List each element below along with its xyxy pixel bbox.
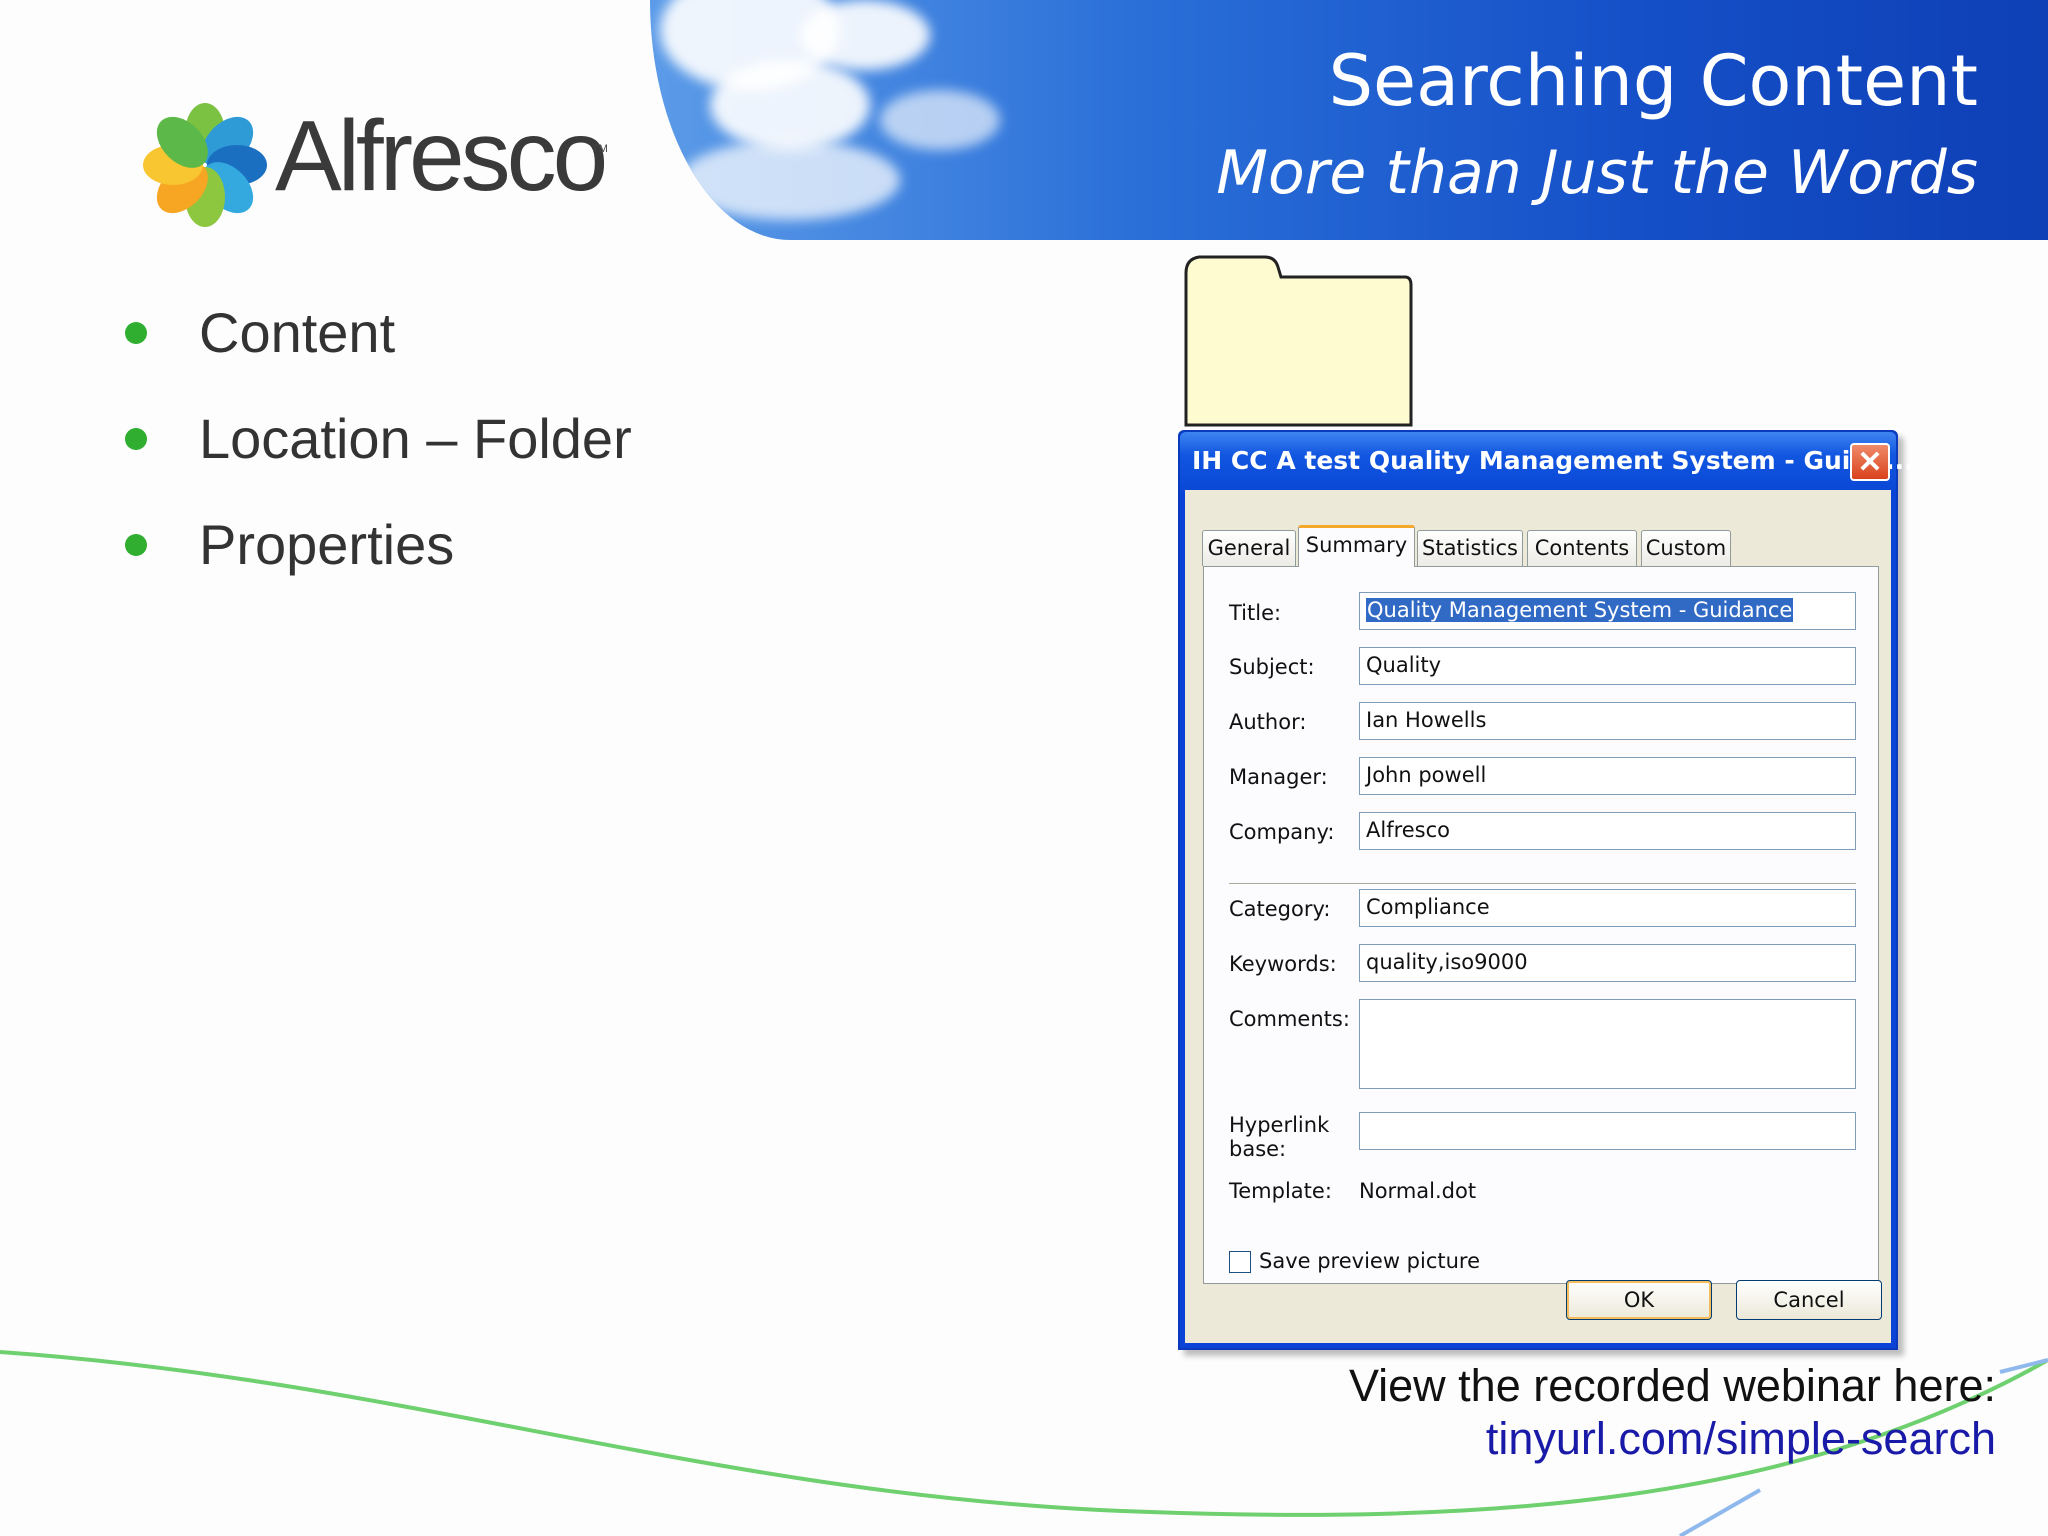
- title-label: Title:: [1229, 601, 1282, 625]
- title-field[interactable]: Quality Management System - Guidance: [1359, 592, 1856, 630]
- dialog-body: General Summary Statistics Contents Cust…: [1185, 490, 1891, 1343]
- title-field-value: Quality Management System - Guidance: [1366, 598, 1794, 622]
- bullet-dot-icon: [125, 427, 147, 450]
- author-label: Author:: [1229, 710, 1307, 734]
- company-label: Company:: [1229, 820, 1335, 844]
- hyperlink-base-label: Hyperlink base:: [1229, 1113, 1329, 1161]
- bullet-item: Properties: [125, 512, 454, 577]
- webinar-text: View the recorded webinar here:: [1348, 1360, 1996, 1411]
- summary-tab-panel: Title: Quality Management System - Guida…: [1203, 566, 1879, 1284]
- cloud-decoration: [880, 90, 1000, 150]
- dialog-titlebar[interactable]: IH CC A test Quality Management System -…: [1180, 432, 1914, 490]
- category-field[interactable]: Compliance: [1359, 889, 1856, 927]
- save-preview-label[interactable]: Save preview picture: [1259, 1249, 1480, 1273]
- bullet-text: Content: [199, 301, 396, 364]
- comments-label: Comments:: [1229, 1007, 1350, 1031]
- category-label: Category:: [1229, 897, 1331, 921]
- alfresco-logo: Alfresco TM: [140, 95, 620, 235]
- manager-label: Manager:: [1229, 765, 1328, 789]
- dialog-title: IH CC A test Quality Management System -…: [1192, 446, 1914, 475]
- cloud-decoration: [800, 0, 930, 70]
- template-value: Normal.dot: [1359, 1179, 1477, 1203]
- document-properties-dialog: IH CC A test Quality Management System -…: [1178, 430, 1914, 1350]
- tab-statistics[interactable]: Statistics: [1417, 530, 1523, 566]
- bullet-dot-icon: [125, 533, 147, 556]
- keywords-label: Keywords:: [1229, 952, 1337, 976]
- tab-custom[interactable]: Custom: [1641, 530, 1731, 566]
- company-field[interactable]: Alfresco: [1359, 812, 1856, 850]
- hyperlink-label-line1: Hyperlink: [1229, 1113, 1330, 1137]
- tab-contents[interactable]: Contents: [1527, 530, 1637, 566]
- bullet-dot-icon: [125, 321, 147, 344]
- template-label: Template:: [1229, 1179, 1332, 1203]
- separator: [1229, 883, 1856, 885]
- slide-subtitle: More than Just the Words: [1216, 138, 1978, 208]
- tab-general[interactable]: General: [1202, 530, 1296, 566]
- manager-field[interactable]: John powell: [1359, 757, 1856, 795]
- bullet-item: Location – Folder: [125, 406, 632, 471]
- comments-field[interactable]: [1359, 999, 1856, 1089]
- webinar-link[interactable]: tinyurl.com/simple-search: [1486, 1413, 1996, 1465]
- cloud-decoration: [680, 140, 900, 220]
- author-field[interactable]: Ian Howells: [1359, 702, 1856, 740]
- bullet-text: Properties: [199, 513, 455, 576]
- keywords-field[interactable]: quality,iso9000: [1359, 944, 1856, 982]
- folder-icon: [1184, 255, 1413, 427]
- logo-trademark: TM: [592, 143, 608, 155]
- save-preview-checkbox[interactable]: [1229, 1251, 1251, 1273]
- subject-field[interactable]: Quality: [1359, 647, 1856, 685]
- hyperlink-label-line2: base:: [1229, 1137, 1287, 1161]
- header-banner: Searching Content More than Just the Wor…: [650, 0, 2048, 240]
- subject-label: Subject:: [1229, 655, 1315, 679]
- cloud-decoration: [710, 60, 870, 150]
- tab-summary[interactable]: Summary: [1298, 525, 1415, 567]
- bullet-text: Location – Folder: [199, 407, 632, 470]
- slide-title: Searching Content: [1328, 40, 1978, 122]
- logo-wordmark: Alfresco: [275, 100, 608, 212]
- hyperlink-base-field[interactable]: [1359, 1112, 1856, 1150]
- bullet-item: Content: [125, 300, 395, 365]
- flower-logo-icon: [143, 103, 267, 227]
- close-icon[interactable]: ✕: [1850, 443, 1890, 481]
